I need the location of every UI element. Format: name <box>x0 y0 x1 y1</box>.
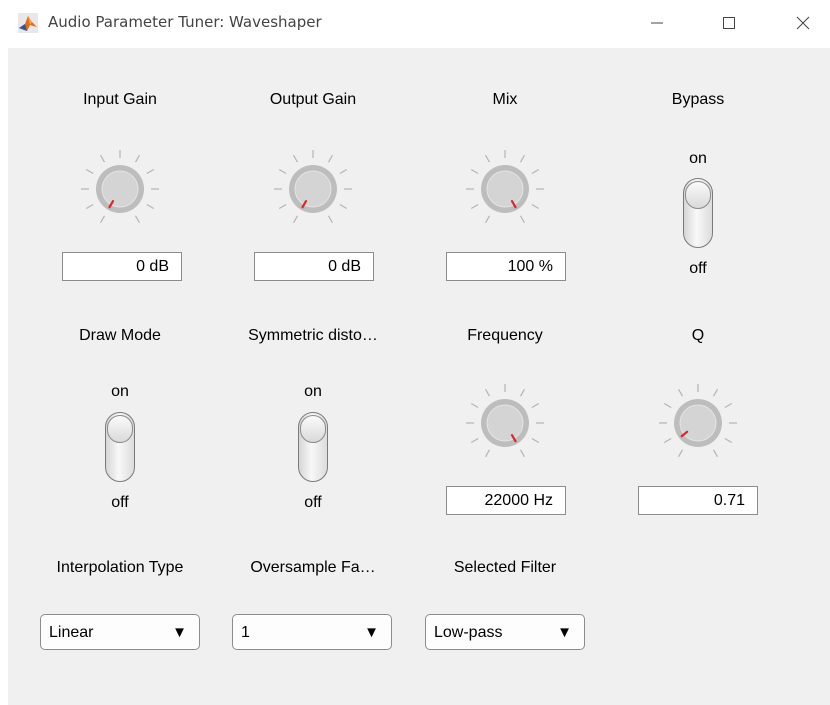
knob-tick <box>712 449 719 458</box>
knob-tick <box>327 215 334 224</box>
knob-tick <box>531 203 540 210</box>
knob-tick <box>146 168 155 175</box>
output-gain-field[interactable]: 0 dB <box>254 252 374 281</box>
interpolation-type-value: Linear <box>49 624 94 641</box>
knob-tick <box>134 154 141 163</box>
knob-face <box>294 170 332 208</box>
knob-tick <box>531 168 540 175</box>
symmetric-distortion-toggle-thumb[interactable] <box>300 415 326 443</box>
q-field[interactable]: 0.71 <box>638 486 758 515</box>
selected-filter-label: Selected Filter <box>453 559 557 576</box>
symmetric-distortion-off-label: off <box>304 494 322 511</box>
output-gain-label: Output Gain <box>269 91 357 108</box>
knob-tick <box>470 402 479 409</box>
minimize-icon <box>651 22 663 24</box>
output-gain-knob[interactable] <box>270 146 356 232</box>
maximize-button[interactable] <box>712 8 746 38</box>
mix-knob[interactable] <box>462 146 548 232</box>
knob-tick <box>470 168 479 175</box>
minimize-button[interactable] <box>640 8 674 38</box>
knob-tick <box>677 449 684 458</box>
draw-mode-label: Draw Mode <box>79 327 161 344</box>
bypass-label: Bypass <box>671 91 725 108</box>
input-gain-knob[interactable] <box>77 146 163 232</box>
q-label: Q <box>691 327 705 344</box>
symmetric-distortion-on-label: on <box>304 383 322 400</box>
chevron-down-icon: ▼ <box>172 624 187 641</box>
bypass-toggle[interactable] <box>683 178 713 248</box>
tuner-panel: Input Gain Output Gain Mix Bypass on off… <box>8 48 830 705</box>
knob-tick <box>484 449 491 458</box>
knob-tick <box>519 388 526 397</box>
knob-tick <box>85 203 94 210</box>
close-icon <box>796 16 810 30</box>
bypass-on-label: on <box>689 150 707 167</box>
close-button[interactable] <box>786 8 820 38</box>
knob-tick <box>677 388 684 397</box>
matlab-icon <box>18 13 38 33</box>
knob-face <box>486 404 524 442</box>
knob-tick <box>470 203 479 210</box>
knob-tick <box>663 437 672 444</box>
title-bar: Audio Parameter Tuner: Waveshaper <box>0 0 830 48</box>
frequency-field[interactable]: 22000 Hz <box>446 486 566 515</box>
interpolation-type-dropdown[interactable]: Linear ▼ <box>40 614 200 650</box>
knob-tick <box>663 402 672 409</box>
draw-mode-toggle[interactable] <box>105 412 135 482</box>
selected-filter-dropdown[interactable]: Low-pass ▼ <box>425 614 585 650</box>
knob-tick <box>146 203 155 210</box>
knob-tick <box>519 215 526 224</box>
knob-tick <box>339 203 348 210</box>
knob-tick <box>724 402 733 409</box>
knob-tick <box>339 168 348 175</box>
knob-tick <box>278 168 287 175</box>
input-gain-field[interactable]: 0 dB <box>62 252 182 281</box>
knob-tick <box>531 402 540 409</box>
input-gain-label: Input Gain <box>83 91 157 108</box>
knob-tick <box>531 437 540 444</box>
knob-tick <box>327 154 334 163</box>
oversample-factor-label: Oversample Fa… <box>250 559 376 576</box>
knob-tick <box>292 154 299 163</box>
knob-face <box>679 404 717 442</box>
knob-tick <box>519 154 526 163</box>
knob-tick <box>484 215 491 224</box>
frequency-label: Frequency <box>467 327 543 344</box>
knob-tick <box>134 215 141 224</box>
knob-tick <box>99 215 106 224</box>
knob-tick <box>519 449 526 458</box>
mix-field[interactable]: 100 % <box>446 252 566 281</box>
bypass-off-label: off <box>689 260 707 277</box>
knob-face <box>486 170 524 208</box>
symmetric-distortion-toggle[interactable] <box>298 412 328 482</box>
knob-tick <box>278 203 287 210</box>
knob-tick <box>470 437 479 444</box>
knob-tick <box>99 154 106 163</box>
draw-mode-on-label: on <box>111 383 129 400</box>
frequency-knob[interactable] <box>462 380 548 466</box>
mix-label: Mix <box>492 91 518 108</box>
knob-face <box>101 170 139 208</box>
bypass-toggle-thumb[interactable] <box>685 181 711 209</box>
knob-tick <box>712 388 719 397</box>
draw-mode-toggle-thumb[interactable] <box>107 415 133 443</box>
knob-tick <box>484 154 491 163</box>
interpolation-type-label: Interpolation Type <box>56 559 184 576</box>
symmetric-distortion-label: Symmetric disto… <box>248 327 378 344</box>
knob-tick <box>484 388 491 397</box>
selected-filter-value: Low-pass <box>434 624 503 641</box>
oversample-factor-value: 1 <box>241 624 250 641</box>
chevron-down-icon: ▼ <box>364 624 379 641</box>
knob-tick <box>85 168 94 175</box>
oversample-factor-dropdown[interactable]: 1 ▼ <box>232 614 392 650</box>
draw-mode-off-label: off <box>111 494 129 511</box>
q-knob[interactable] <box>655 380 741 466</box>
knob-tick <box>292 215 299 224</box>
chevron-down-icon: ▼ <box>557 624 572 641</box>
window-title: Audio Parameter Tuner: Waveshaper <box>48 13 322 31</box>
knob-tick <box>724 437 733 444</box>
maximize-icon <box>723 17 735 29</box>
